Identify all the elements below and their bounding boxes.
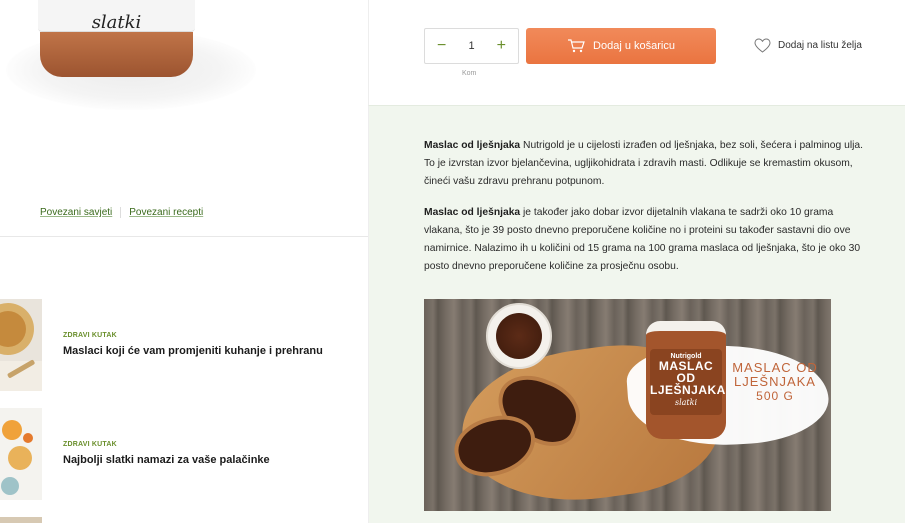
cart-icon xyxy=(568,39,585,53)
promo-side-size: 500 G xyxy=(756,389,794,403)
article-category: ZDRAVI KUTAK xyxy=(63,332,117,339)
description-bold-1: Maslac od lješnjaka xyxy=(424,140,521,151)
promo-side-line-1: MASLAC OD xyxy=(732,360,818,375)
article-card[interactable]: ZDRAVI KUTAK Maslaci koji će vam promjen… xyxy=(0,299,368,391)
promo-jar-name-2: LJEŠNJAKA xyxy=(650,383,726,397)
decrease-button[interactable]: − xyxy=(437,38,446,54)
product-image[interactable]: slatki xyxy=(38,0,195,80)
purchase-bar: − 1 + Kom Dodaj u košaricu Dodaj na list… xyxy=(368,0,905,106)
wishlist-button[interactable]: Dodaj na listu želja xyxy=(754,38,862,53)
wishlist-label: Dodaj na listu želja xyxy=(778,40,862,51)
add-to-cart-label: Dodaj u košaricu xyxy=(593,40,675,52)
promo-image: Nutrigold MASLAC OD LJEŠNJAKA slatki MAS… xyxy=(424,299,831,511)
divider xyxy=(0,236,368,237)
article-card[interactable]: ZDRAVI KUTAK Najbolji slatki namazi za v… xyxy=(0,408,368,500)
heart-icon xyxy=(754,38,771,53)
article-thumbnail[interactable] xyxy=(0,408,42,500)
quantity-value[interactable]: 1 xyxy=(468,40,474,52)
right-column: − 1 + Kom Dodaj u košaricu Dodaj na list… xyxy=(368,0,905,523)
increase-button[interactable]: + xyxy=(497,38,506,54)
related-links: Povezani savjeti Povezani recepti xyxy=(40,207,203,218)
related-tips-link[interactable]: Povezani savjeti xyxy=(40,207,112,218)
jar-body xyxy=(40,32,193,77)
description-paragraph-2: Maslac od lješnjaka je također jako doba… xyxy=(424,204,864,276)
article-card[interactable] xyxy=(0,517,368,523)
description-paragraph-1: Maslac od lješnjaka Nutrigold je u cijel… xyxy=(424,137,864,191)
article-category: ZDRAVI KUTAK xyxy=(63,441,117,448)
promo-jar-label: Nutrigold MASLAC OD LJEŠNJAKA slatki xyxy=(650,349,726,415)
article-title[interactable]: Najbolji slatki namazi za vaše palačinke xyxy=(63,454,270,466)
link-separator xyxy=(120,207,122,218)
product-description: Maslac od lješnjaka Nutrigold je u cijel… xyxy=(368,106,905,523)
quantity-stepper[interactable]: − 1 + xyxy=(424,28,519,64)
product-page: slatki Povezani savjeti Povezani recepti… xyxy=(0,0,905,523)
promo-jar-name-1: MASLAC OD xyxy=(658,359,714,385)
promo-side-text: MASLAC OD LJEŠNJAKA 500 G xyxy=(732,360,818,404)
left-column: slatki Povezani savjeti Povezani recepti… xyxy=(0,0,368,523)
promo-jar-script: slatki xyxy=(674,398,698,407)
article-thumbnail[interactable] xyxy=(0,299,42,391)
promo-jar: Nutrigold MASLAC OD LJEŠNJAKA slatki xyxy=(646,321,726,439)
jar-brand-script: slatki xyxy=(91,12,142,33)
add-to-cart-button[interactable]: Dodaj u košaricu xyxy=(526,28,716,64)
unit-label: Kom xyxy=(462,70,477,77)
related-recipes-link[interactable]: Povezani recepti xyxy=(129,207,203,218)
spread-bowl xyxy=(486,303,552,369)
promo-side-line-2: LJEŠNJAKA xyxy=(734,374,816,389)
description-bold-2: Maslac od lješnjaka xyxy=(424,207,521,218)
article-title[interactable]: Maslaci koji će vam promjeniti kuhanje i… xyxy=(63,345,323,357)
article-thumbnail[interactable] xyxy=(0,517,42,523)
